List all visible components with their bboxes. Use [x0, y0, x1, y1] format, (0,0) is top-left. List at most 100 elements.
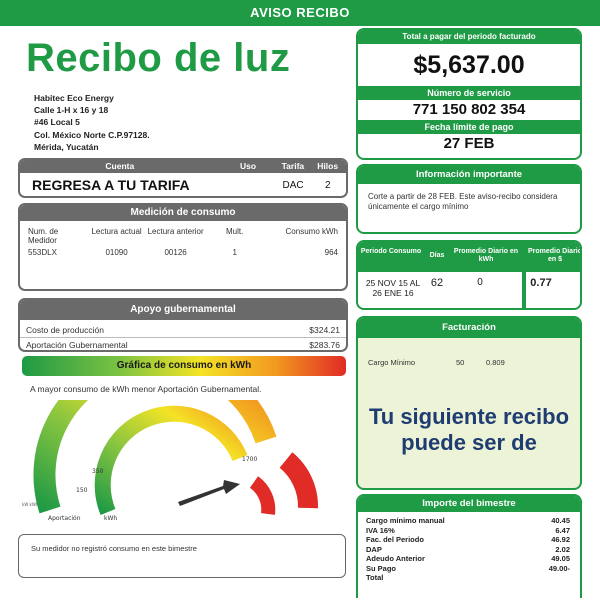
tarifa-value: DAC: [282, 179, 304, 191]
importe-row: IVA 16% 6.47: [366, 526, 570, 536]
facturacion-row-label: Cargo Mínimo: [368, 358, 416, 367]
medicion-value: 553DLX: [28, 248, 57, 257]
cuenta-header-tarifa: Tarifa: [281, 161, 305, 171]
medicion-header: Lectura anterior: [147, 227, 204, 236]
info-title: Información importante: [358, 166, 580, 184]
cuenta-box: Cuenta Uso Tarifa Hilos REGRESA A TU TAR…: [18, 158, 348, 198]
info-box: Información importante Corte a partir de…: [356, 164, 582, 234]
cuenta-row: REGRESA A TU TARIFA DAC 2: [20, 173, 346, 196]
consumption-gauge: 350 150 1700 kW kWh Aportación kWh: [22, 400, 318, 522]
importe-row-value: 2.02: [555, 544, 570, 554]
importe-row-value: 49.05: [551, 554, 570, 563]
nota-text: Su medidor no registró consumo en este b…: [31, 544, 197, 553]
medicion-value: 964: [324, 248, 338, 257]
importe-row-label: DAP: [366, 544, 382, 554]
address-line: Calle 1-H x 16 y 18: [34, 105, 109, 116]
medicion-header: Mult.: [225, 227, 244, 236]
gauge-red-segment: [249, 476, 276, 515]
importe-row: Su Pago 49.00-: [366, 564, 570, 574]
banner: AVISO RECIBO: [0, 0, 600, 26]
medicion-header: Lectura actual: [91, 227, 142, 236]
importe-row: Adeudo Anterior 49.05: [366, 554, 570, 564]
apoyo-box: Apoyo gubernamental Costo de producción …: [18, 298, 348, 352]
apoyo-row-value: $324.21: [309, 325, 340, 335]
page-title: Recibo de luz: [26, 36, 291, 80]
address-line: Mérida, Yucatán: [34, 141, 99, 152]
address-line: #46 Local 5: [34, 117, 80, 128]
medicion-value: 00126: [164, 248, 187, 257]
facturacion-row: Cargo Mínimo 50 0.809: [358, 338, 580, 367]
importe-row-label: Adeudo Anterior: [366, 554, 425, 563]
importe-row: Fac. del Periodo 46.92: [366, 535, 570, 545]
importe-row-label: Total: [366, 573, 384, 582]
gauge-inner-arc: [94, 405, 248, 516]
gauge-label: kW kWh: [22, 502, 39, 507]
importe-title: Importe del bimestre: [358, 496, 580, 512]
promedio-dinero-value: 0.77: [530, 277, 552, 289]
cuenta-header-cuenta: Cuenta: [105, 161, 135, 171]
grafica-title-bar: Gráfica de consumo en kWh: [22, 356, 346, 376]
facturacion-row-value: 50: [456, 358, 465, 367]
gauge-label: 1700: [242, 456, 257, 463]
grafica-note: A mayor consumo de kWh menor Aportación …: [30, 384, 262, 394]
importe-rows: Cargo mínimo manual 40.45 IVA 16% 6.47 Fac…: [358, 512, 580, 583]
facturacion-title: Facturación: [358, 318, 580, 338]
apoyo-row-value: $283.76: [309, 340, 340, 350]
periodo-box: Periodo Consumo Días Promedio Diario en …: [356, 240, 582, 310]
importe-row: DAP 2.02: [366, 545, 570, 555]
medicion-value: 01090: [105, 248, 128, 257]
importe-row-value: 46.92: [551, 535, 570, 544]
gauge-label: Aportación: [48, 515, 81, 522]
apoyo-title: Apoyo gubernamental: [20, 300, 346, 320]
promedio-header: Promedio Diario en kWh: [450, 242, 522, 272]
medicion-title: Medición de consumo: [20, 205, 346, 221]
servicio-value: 771 150 802 354: [412, 101, 526, 118]
importe-row-value: 40.45: [551, 516, 570, 525]
fecha-label: Fecha límite de pago: [358, 120, 580, 134]
gauge-red-segment: [279, 452, 318, 509]
address-line: Col. México Norte C.P.97128.: [34, 129, 150, 140]
gauge-label: kWh: [104, 515, 117, 522]
total-box: Total a pagar del periodo facturado $5,6…: [356, 28, 582, 160]
address-block: Habitec Eco Energy Calle 1-H x 16 y 18 #…: [34, 92, 150, 153]
apoyo-row: Aportación Gubernamental $283.76: [20, 337, 346, 350]
promedio-value: 0: [477, 277, 483, 288]
apoyo-row-label: Costo de producción: [26, 325, 104, 335]
cuenta-value: REGRESA A TU TARIFA: [32, 177, 190, 193]
periodo-value: 25 NOV 15 AL 26 ENE 16: [365, 278, 421, 298]
cuenta-header-uso: Uso: [239, 161, 257, 171]
cuenta-header-hilos: Hilos: [317, 161, 339, 171]
medicion-box: Medición de consumo Num. de Medidor Lect…: [18, 203, 348, 291]
facturacion-row-value: 0.809: [486, 358, 505, 367]
dias-value: 62: [430, 277, 444, 289]
importe-row-value: 6.47: [555, 525, 570, 535]
importe-row: Cargo mínimo manual 40.45: [366, 516, 570, 526]
importe-row-value: 49.00-: [548, 563, 570, 573]
medicion-headers: Num. de Medidor Lectura actual Lectura a…: [20, 221, 346, 245]
medicion-values: 553DLX 01090 00126 1 964: [20, 245, 346, 257]
nota-box: Su medidor no registró consumo en este b…: [18, 534, 346, 578]
importe-row-label: Su Pago: [366, 563, 397, 573]
servicio-label: Número de servicio: [358, 86, 580, 100]
siguiente-recibo-text: Tu siguiente recibo puede ser de: [368, 404, 570, 455]
apoyo-row-label: Aportación Gubernamental: [26, 340, 128, 350]
apoyo-row: Costo de producción $324.21: [20, 323, 346, 337]
dias-header: Días: [424, 242, 450, 272]
info-text: Corte a partir de 28 FEB. Este aviso-rec…: [368, 192, 558, 211]
total-amount: $5,637.00: [413, 51, 525, 79]
gauge-needle: [178, 480, 240, 506]
importe-row-label: Fac. del Periodo: [366, 535, 424, 544]
periodo-header: Periodo Consumo: [358, 242, 424, 272]
gauge-label: 150: [76, 487, 88, 494]
medicion-header: Consumo kWh: [285, 227, 338, 236]
importe-row-label: Cargo mínimo manual: [366, 516, 445, 525]
facturacion-box: Facturación Cargo Mínimo 50 0.809 Tu sig…: [356, 316, 582, 490]
importe-row: Total: [366, 573, 570, 583]
medicion-header: Num. de Medidor: [28, 227, 59, 245]
importe-box: Importe del bimestre Cargo mínimo manual…: [356, 494, 582, 598]
promedio-dinero-header: Promedio Diario en $: [526, 242, 580, 272]
importe-row-label: IVA 16%: [366, 525, 395, 535]
hilos-value: 2: [324, 179, 331, 191]
fecha-value: 27 FEB: [443, 135, 495, 152]
gauge-label: 350: [92, 468, 104, 475]
